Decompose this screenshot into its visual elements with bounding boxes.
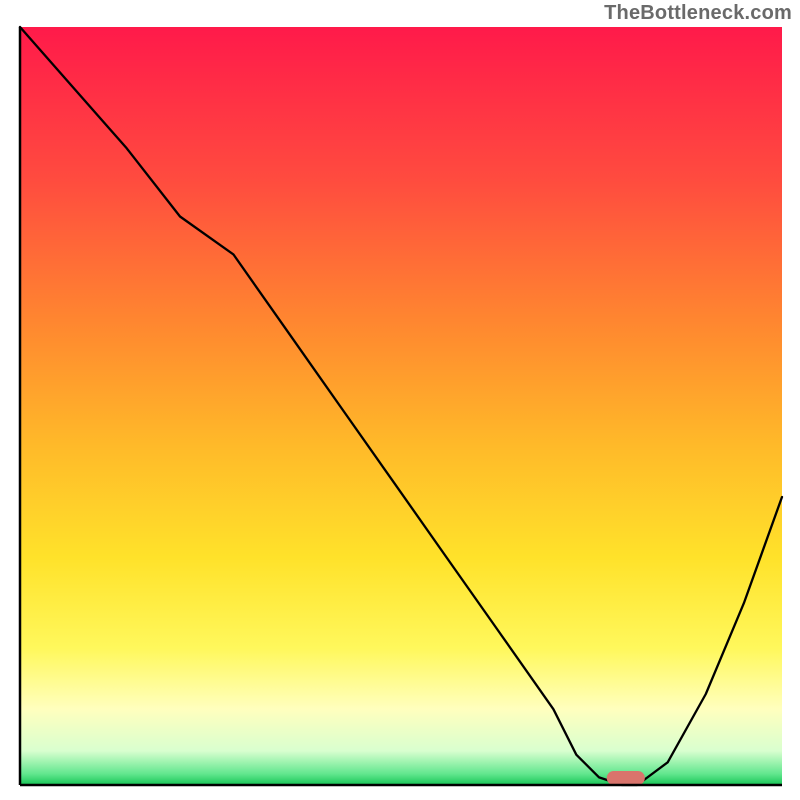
watermark-text: TheBottleneck.com [604,2,792,25]
bottleneck-chart [0,0,800,800]
plot-background [20,27,782,785]
optimal-range-marker [607,771,645,785]
chart-container: TheBottleneck.com [0,0,800,800]
